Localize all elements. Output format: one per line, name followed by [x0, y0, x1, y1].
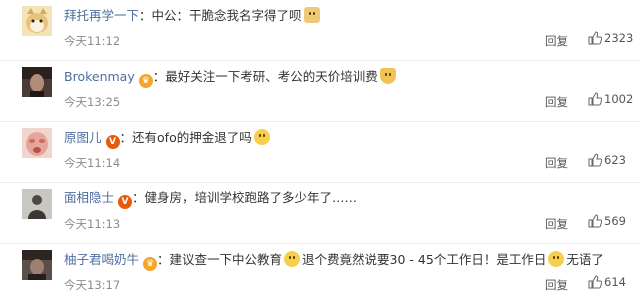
- avatar[interactable]: [22, 6, 52, 36]
- username[interactable]: Brokenmay: [64, 69, 135, 84]
- thumbs-up-icon: [588, 92, 603, 106]
- comment-line: Brokenmay ♛ ：最好关注一下考研、考公的天价培训费: [64, 68, 398, 88]
- comment-text: 健身房，培训学校跑路了多少年了……: [144, 190, 358, 205]
- comment-item: 拜托再学一下：中公：干脆念我名字得了呗 今天11:12 回复 2323: [0, 0, 640, 61]
- verified-badge-icon: V: [105, 135, 120, 149]
- separator: ：: [132, 190, 145, 205]
- like-button[interactable]: 1002: [588, 92, 633, 106]
- like-count: 623: [604, 153, 626, 167]
- username[interactable]: 拜托再学一下: [64, 8, 139, 23]
- timestamp: 今天11:12: [64, 34, 121, 48]
- comment-line: 拜托再学一下：中公：干脆念我名字得了呗: [64, 7, 322, 24]
- like-button[interactable]: 623: [588, 153, 626, 167]
- smile-emoji-icon: [548, 251, 565, 267]
- separator: ：: [119, 130, 133, 145]
- separator: ：: [152, 69, 166, 84]
- pray-emoji-icon: [379, 68, 396, 84]
- comment-text: 最好关注一下考研、考公的天价培训费: [165, 69, 378, 84]
- like-button[interactable]: 569: [588, 214, 626, 228]
- doge-emoji-icon: [303, 7, 320, 23]
- avatar[interactable]: [22, 128, 52, 158]
- reply-button[interactable]: 回复: [545, 155, 568, 171]
- username[interactable]: 原图儿: [64, 130, 102, 145]
- comment-text-part-a: 建议查一下中公教育: [169, 252, 283, 267]
- like-button[interactable]: 614: [588, 275, 626, 289]
- thumbs-up-icon: [588, 214, 603, 228]
- like-count: 569: [604, 214, 626, 228]
- username[interactable]: 面相隐士: [64, 190, 114, 205]
- comment-item: 面相隐士 V ：健身房，培训学校跑路了多少年了…… 今天11:13 回复 569: [0, 183, 640, 244]
- reply-button[interactable]: 回复: [545, 33, 568, 49]
- separator: ：: [157, 252, 170, 267]
- avatar[interactable]: [22, 250, 52, 280]
- timestamp: 今天13:17: [64, 278, 121, 292]
- thumbs-up-icon: [588, 153, 603, 167]
- comment-item: Brokenmay ♛ ：最好关注一下考研、考公的天价培训费 今天13:25 回复 …: [0, 61, 640, 122]
- timestamp: 今天11:13: [64, 217, 121, 231]
- like-count: 1002: [604, 92, 634, 106]
- reply-button[interactable]: 回复: [545, 277, 568, 293]
- thumbs-up-icon: [588, 31, 603, 45]
- laugh-emoji-icon: [253, 129, 270, 145]
- username[interactable]: 柚子君喝奶牛: [64, 252, 139, 267]
- timestamp: 今天13:25: [64, 95, 121, 109]
- smile-emoji-icon: [284, 251, 301, 267]
- avatar[interactable]: [22, 67, 52, 97]
- vip-badge-icon: ♛: [138, 74, 153, 88]
- comment-line: 柚子君喝奶牛 ♛ ：建议查一下中公教育 退个费竟然说要30 - 45个工作日！是工作日…: [64, 251, 604, 271]
- comment-text: 还有ofo的押金退了吗: [132, 130, 252, 145]
- vip-badge-icon: ♛: [143, 257, 158, 271]
- thumbs-up-icon: [588, 275, 603, 289]
- verified-badge-icon: V: [118, 195, 133, 209]
- reply-button[interactable]: 回复: [545, 216, 568, 232]
- avatar[interactable]: [22, 189, 52, 219]
- like-button[interactable]: 2323: [588, 31, 633, 45]
- timestamp: 今天11:14: [64, 156, 121, 170]
- separator: ：: [139, 8, 152, 23]
- comment-text: 中公：干脆念我名字得了呗: [151, 8, 302, 23]
- comment-text-part-c: 无语了: [566, 252, 604, 267]
- like-count: 2323: [604, 31, 634, 45]
- comment-item: 原图儿 V ：还有ofo的押金退了吗 今天11:14 回复 623: [0, 122, 640, 183]
- reply-button[interactable]: 回复: [545, 94, 568, 110]
- comment-text-part-b: 退个费竟然说要30 - 45个工作日！是工作日: [302, 252, 547, 267]
- comment-item: 柚子君喝奶牛 ♛ ：建议查一下中公教育 退个费竟然说要30 - 45个工作日！是工作日…: [0, 244, 640, 305]
- like-count: 614: [604, 275, 626, 289]
- comment-line: 原图儿 V ：还有ofo的押金退了吗: [64, 129, 272, 149]
- comment-line: 面相隐士 V ：健身房，培训学校跑路了多少年了……: [64, 190, 357, 209]
